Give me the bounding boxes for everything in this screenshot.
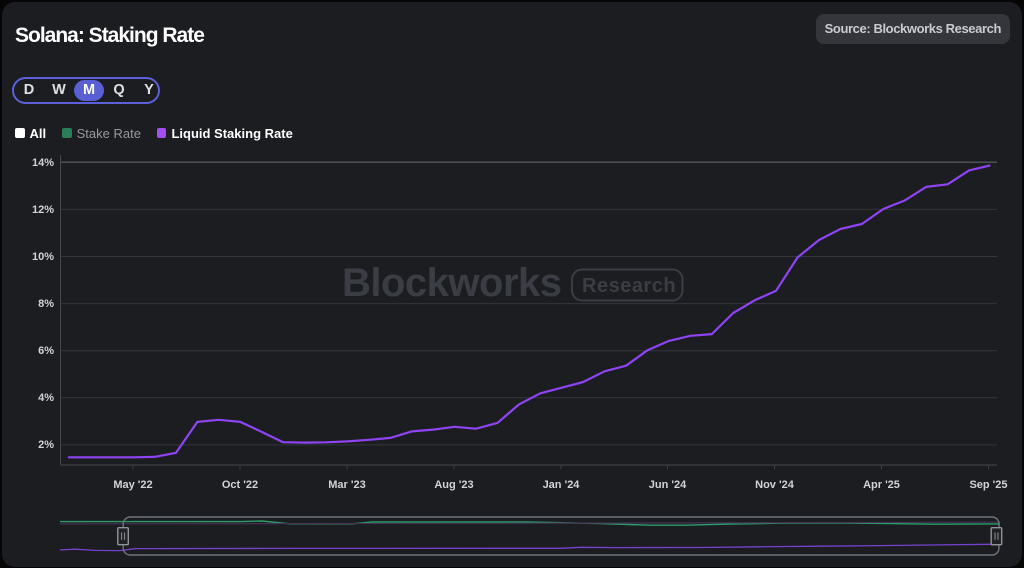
svg-text:8%: 8%	[38, 298, 54, 310]
svg-text:Research: Research	[582, 275, 676, 297]
svg-text:6%: 6%	[38, 345, 54, 357]
svg-text:Jan '24: Jan '24	[543, 479, 581, 491]
svg-text:12%: 12%	[32, 204, 54, 216]
svg-text:Blockworks: Blockworks	[342, 261, 562, 305]
svg-text:Aug '23: Aug '23	[434, 479, 473, 491]
svg-text:Apr '25: Apr '25	[863, 479, 900, 491]
svg-text:May '22: May '22	[113, 479, 152, 491]
svg-text:Oct '22: Oct '22	[222, 479, 258, 491]
svg-text:10%: 10%	[32, 251, 54, 263]
svg-text:Mar '23: Mar '23	[328, 479, 365, 491]
svg-text:Nov '24: Nov '24	[755, 479, 795, 491]
svg-text:Jun '24: Jun '24	[649, 479, 687, 491]
svg-text:2%: 2%	[38, 439, 54, 451]
svg-text:14%: 14%	[32, 157, 54, 169]
svg-text:Sep '25: Sep '25	[969, 479, 1007, 491]
svg-text:4%: 4%	[38, 392, 54, 404]
